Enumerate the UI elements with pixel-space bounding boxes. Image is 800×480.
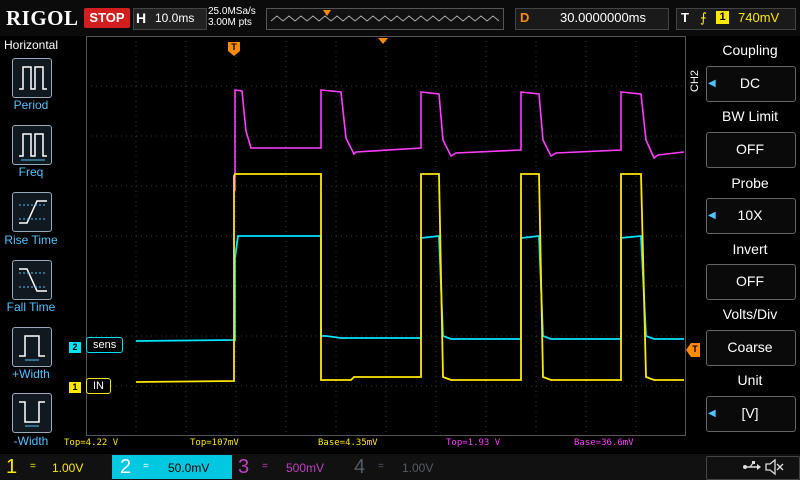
ch2-offset-marker[interactable]: 2 — [69, 342, 81, 353]
bw-limit-value: OFF — [736, 141, 764, 157]
rise-time-button[interactable] — [12, 192, 52, 232]
trigger-level-letter: T — [692, 344, 698, 354]
ch4-number: 4 — [354, 456, 366, 478]
period-label: Period — [13, 98, 49, 112]
delay-value: 30.0000000ms — [560, 10, 647, 25]
rise-time-label: Rise Time — [4, 233, 58, 247]
delay-letter: D — [520, 10, 530, 25]
negative-width-label: -Width — [13, 434, 49, 448]
ch1-number: 1 — [6, 456, 18, 478]
timebase-value: 10.0ms — [155, 11, 195, 25]
negative-width-icon — [19, 401, 45, 427]
trigger-source-badge: 1 — [716, 11, 729, 24]
fall-time-icon — [19, 268, 47, 292]
probe-title: Probe — [731, 175, 769, 191]
period-icon — [19, 66, 47, 90]
measurement-ch2-top: Top=107mV — [190, 438, 239, 448]
fall-time-label: Fall Time — [6, 300, 56, 314]
positive-width-button[interactable] — [12, 327, 52, 367]
negative-width-button[interactable] — [12, 393, 52, 433]
memory-waveform-icon — [270, 10, 500, 22]
ch1-offset-marker[interactable]: 1 — [69, 382, 81, 393]
waveform-canvas — [86, 36, 686, 436]
memory-overview-strip[interactable] — [266, 8, 504, 30]
menu-channel-tag: CH2 — [689, 69, 701, 92]
measurement-ch3-top: Top=1.93 V — [446, 438, 501, 448]
rising-edge-icon: ⨍ — [700, 10, 707, 25]
ch3-scale: 500mV — [286, 461, 325, 475]
ch1-coupling-icon: = — [30, 461, 36, 472]
period-button[interactable] — [12, 58, 52, 98]
trigger-letter: T — [681, 10, 689, 25]
probe-value: 10X — [737, 207, 763, 223]
ch2-scale: 50.0mV — [168, 461, 210, 475]
measurement-ch1-top: Top=4.22 V — [64, 438, 119, 448]
volts-div-title: Volts/Div — [722, 306, 778, 322]
ch1-label: IN — [86, 378, 111, 394]
bw-limit-title: BW Limit — [722, 108, 778, 124]
usb-icon — [743, 461, 761, 470]
fall-time-button[interactable] — [12, 260, 52, 300]
unit-value: [V] — [741, 405, 759, 421]
frequency-label: Freq — [18, 165, 44, 179]
positive-width-icon — [19, 335, 45, 361]
ch4-coupling-icon: = — [378, 461, 384, 472]
brand-logo: RIGOL — [6, 6, 79, 30]
memory-depth: 3.00M pts — [208, 17, 252, 28]
ch1-scale: 1.00V — [52, 461, 84, 475]
measurement-ch3-base: Base=36.6mV — [574, 438, 634, 448]
coupling-title: Coupling — [722, 42, 778, 58]
coupling-value: DC — [739, 75, 761, 91]
invert-value: OFF — [736, 273, 764, 289]
ch2-coupling-icon: = — [143, 461, 149, 472]
run-stop-button[interactable]: STOP — [84, 8, 130, 28]
invert-title: Invert — [732, 241, 768, 257]
measure-menu-title: Horizontal — [3, 38, 59, 52]
volts-div-value: Coarse — [727, 339, 773, 355]
measurement-ch2-base: Base=4.35mV — [318, 438, 378, 448]
trigger-position-letter: T — [231, 42, 237, 52]
ch4-scale: 1.00V — [402, 461, 434, 475]
trigger-level: 740mV — [738, 10, 780, 25]
ch2-trace — [135, 234, 684, 342]
ch1-trace — [135, 173, 684, 383]
frequency-icon — [19, 133, 47, 161]
timebase-letter: H — [136, 10, 147, 26]
unit-title: Unit — [737, 372, 763, 388]
sample-rate: 25.0MSa/s — [208, 6, 256, 17]
ch3-trace — [234, 89, 685, 191]
speaker-muted-icon[interactable] — [764, 458, 784, 476]
positive-width-label: +Width — [12, 367, 50, 381]
rise-time-icon — [19, 200, 47, 224]
ch3-number: 3 — [238, 456, 250, 478]
frequency-button[interactable] — [12, 125, 52, 165]
horizontal-center-marker — [378, 38, 388, 44]
waveform-display[interactable] — [86, 36, 686, 436]
ch2-label: sens — [86, 337, 124, 353]
ch2-number: 2 — [120, 456, 132, 478]
graticule — [86, 36, 686, 436]
ch3-coupling-icon: = — [262, 461, 268, 472]
